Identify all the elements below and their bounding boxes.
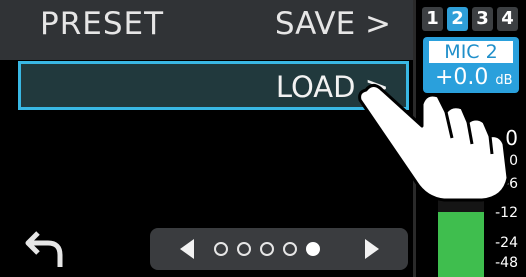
page-pager [150, 228, 408, 270]
page-dot[interactable] [283, 242, 297, 256]
preset-screen: PRESET SAVE > LOAD > 1 2 3 4 MIC 2 +0.0 … [0, 0, 526, 277]
channel-tabs: 1 2 3 4 [422, 7, 518, 31]
page-dot[interactable] [214, 242, 228, 256]
save-button[interactable]: SAVE > [275, 6, 391, 42]
load-row[interactable]: LOAD > [18, 61, 409, 110]
page-dot-active[interactable] [306, 242, 320, 256]
preset-title: PRESET [40, 6, 165, 42]
triangle-left-icon[interactable] [176, 237, 196, 261]
channel-tab-1[interactable]: 1 [422, 7, 443, 31]
level-meter-fill [438, 212, 484, 277]
page-dots [214, 242, 320, 256]
scale-label-minus24: -24 [495, 235, 518, 251]
channel-tab-3[interactable]: 3 [472, 7, 493, 31]
page-dot[interactable] [260, 242, 274, 256]
channel-tab-2[interactable]: 2 [447, 7, 468, 31]
channel-tab-4[interactable]: 4 [497, 7, 518, 31]
preset-header-row: PRESET SAVE > [0, 0, 413, 60]
pointing-hand-icon [358, 83, 510, 202]
page-dot[interactable] [237, 242, 251, 256]
triangle-right-icon[interactable] [363, 237, 383, 261]
back-arrow-icon[interactable] [24, 227, 68, 271]
scale-label-minus48: -48 [495, 255, 518, 271]
mic-name: MIC 2 [429, 41, 513, 63]
scale-label-minus12: -12 [495, 205, 518, 221]
